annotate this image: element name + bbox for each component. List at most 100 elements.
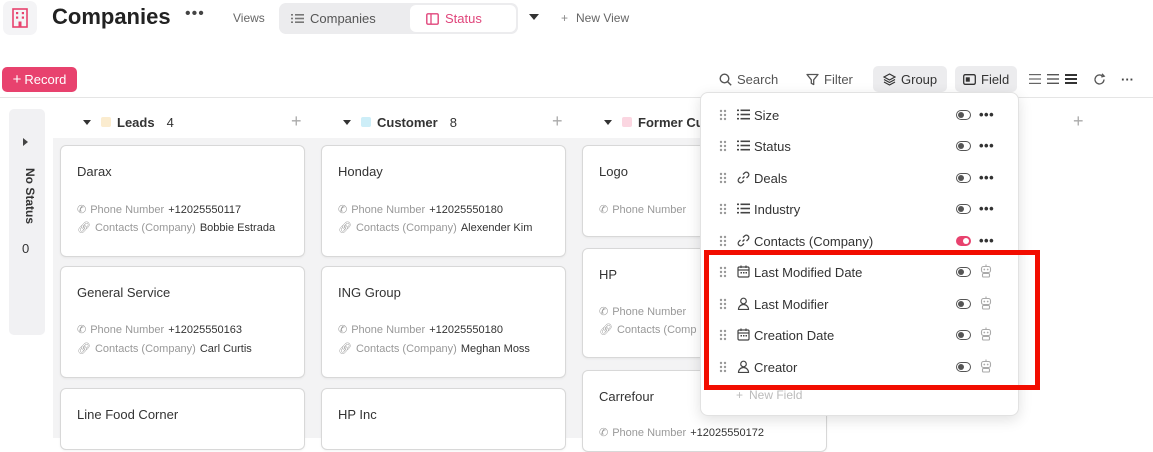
group-header-former-customer[interactable]: Former Cus <box>604 113 711 131</box>
field-name: Industry <box>754 202 801 217</box>
field-label: Phone Number <box>90 323 165 336</box>
field-label: Contacts (Company) <box>94 221 196 234</box>
record-card[interactable]: General Service ✆ Phone Number +1202555016… <box>60 266 305 378</box>
field-more-button[interactable]: ••• <box>979 233 994 248</box>
phone-icon: ✆ <box>599 427 609 439</box>
link-icon <box>737 171 750 184</box>
contacts-field: 🔗︎ Contacts (Company) Alexender Kim <box>338 221 533 235</box>
field-name: Status <box>754 139 791 154</box>
phone-field: ✆ Phone Number +12025550163 <box>77 323 242 337</box>
field-label: Phone Number <box>351 203 426 216</box>
new-field-button[interactable]: + New Field <box>736 388 802 402</box>
plus-icon: + <box>12 71 22 88</box>
list-icon <box>737 109 750 120</box>
views-label: Views <box>233 11 265 25</box>
filter-button[interactable]: Filter <box>806 66 853 92</box>
refresh-button[interactable] <box>1093 66 1106 92</box>
no-status-label: No Status <box>23 168 37 225</box>
new-view-button[interactable]: + New View <box>561 11 629 25</box>
field-more-button[interactable]: ••• <box>979 138 994 153</box>
drag-handle-icon[interactable] <box>719 235 727 247</box>
field-name: Contacts (Company) <box>754 234 874 249</box>
group-header-leads[interactable]: Leads 4 <box>83 113 174 131</box>
collapse-icon[interactable] <box>604 119 612 125</box>
add-record-button[interactable]: + Record <box>2 67 77 92</box>
field-row-status[interactable]: Status ••• <box>700 132 1017 160</box>
contact-value: Meghan Moss <box>460 342 530 355</box>
group-name: Leads <box>117 114 155 130</box>
phone-field: ✆ Phone Number +12025550117 <box>77 203 242 217</box>
field-more-button[interactable]: ••• <box>979 201 994 216</box>
collapse-icon[interactable] <box>83 119 91 125</box>
tab-companies-label: Companies <box>310 11 376 26</box>
app-logo[interactable] <box>3 1 37 35</box>
phone-field: ✆ Phone Number <box>599 203 686 217</box>
phone-value: +12025550163 <box>168 323 242 336</box>
add-card-leads-button[interactable]: + <box>291 111 302 132</box>
phone-field: ✆ Phone Number +12025550172 <box>599 426 764 440</box>
field-more-button[interactable]: ••• <box>979 170 994 185</box>
visibility-toggle[interactable] <box>956 236 971 246</box>
phone-icon: ✆ <box>77 204 87 216</box>
card-title: HP Inc <box>338 407 377 422</box>
field-name: Deals <box>754 171 788 186</box>
tab-companies[interactable]: Companies <box>291 6 376 31</box>
link-icon: 🔗︎ <box>599 324 613 336</box>
group-color-dot <box>101 117 111 127</box>
visibility-toggle[interactable] <box>956 204 971 214</box>
visibility-toggle[interactable] <box>956 141 971 151</box>
record-card[interactable]: ING Group ✆ Phone Number +12025550180 🔗︎ Co… <box>321 266 566 378</box>
card-title: ING Group <box>338 285 401 300</box>
drag-handle-icon[interactable] <box>719 203 727 215</box>
drag-handle-icon[interactable] <box>719 109 727 121</box>
row-height-options[interactable] <box>1029 66 1077 92</box>
contacts-field: 🔗︎ Contacts (Company) Carl Curtis <box>77 342 252 356</box>
highlight-box <box>704 250 1040 390</box>
list-icon <box>737 140 750 151</box>
title-more-button[interactable]: ••• <box>185 5 205 23</box>
views-dropdown-icon[interactable] <box>529 14 539 20</box>
no-status-count: 0 <box>22 241 30 256</box>
visibility-toggle[interactable] <box>956 110 971 120</box>
group-header-customer[interactable]: Customer 8 <box>343 113 457 131</box>
record-card[interactable]: Line Food Corner <box>60 388 305 450</box>
visibility-toggle[interactable] <box>956 173 971 183</box>
contacts-field: 🔗︎ Contacts (Company) Bobbie Estrada <box>77 221 275 235</box>
search-button[interactable]: Search <box>719 66 778 92</box>
plus-icon: + <box>736 388 744 402</box>
tab-status-label: Status <box>445 11 482 26</box>
card-title: Honday <box>338 164 383 179</box>
toolbar-more-button[interactable]: ··· <box>1121 66 1134 92</box>
expand-icon[interactable] <box>23 138 28 146</box>
contacts-field: 🔗︎ Contacts (Comp <box>599 323 696 337</box>
phone-value: +12025550117 <box>168 203 242 216</box>
add-group-button[interactable]: + <box>1073 111 1084 132</box>
phone-icon: ✆ <box>599 306 609 318</box>
add-card-customer-button[interactable]: + <box>552 111 563 132</box>
field-row-deals[interactable]: Deals ••• <box>700 164 1017 192</box>
search-icon <box>719 72 732 86</box>
collapse-icon[interactable] <box>343 119 351 125</box>
card-title: Logo <box>599 164 628 179</box>
field-label: Contacts (Company) <box>94 342 196 355</box>
group-button[interactable]: Group <box>873 66 948 92</box>
contact-value: Alexender Kim <box>460 221 533 234</box>
field-row-industry[interactable]: Industry ••• <box>700 195 1017 223</box>
group-count: 4 <box>166 114 174 130</box>
phone-icon: ✆ <box>77 324 87 336</box>
field-row-size[interactable]: Size ••• <box>700 101 1017 129</box>
record-card[interactable]: Darax ✆ Phone Number +12025550117 🔗︎ Contac… <box>60 145 305 257</box>
contacts-field: 🔗︎ Contacts (Company) Meghan Moss <box>338 342 530 356</box>
record-card[interactable]: HP Inc <box>321 388 566 450</box>
drag-handle-icon[interactable] <box>719 172 727 184</box>
field-button[interactable]: Field <box>955 66 1018 92</box>
field-label: Phone Number <box>351 323 426 336</box>
new-view-label: New View <box>576 11 630 25</box>
drag-handle-icon[interactable] <box>719 140 727 152</box>
link-icon: 🔗︎ <box>77 343 91 355</box>
phone-field: ✆ Phone Number +12025550180 <box>338 323 503 337</box>
phone-field: ✆ Phone Number <box>599 305 686 319</box>
tab-status[interactable]: Status <box>410 5 516 32</box>
record-card[interactable]: Honday ✆ Phone Number +12025550180 🔗︎ Conta… <box>321 145 566 257</box>
field-more-button[interactable]: ••• <box>979 107 994 122</box>
